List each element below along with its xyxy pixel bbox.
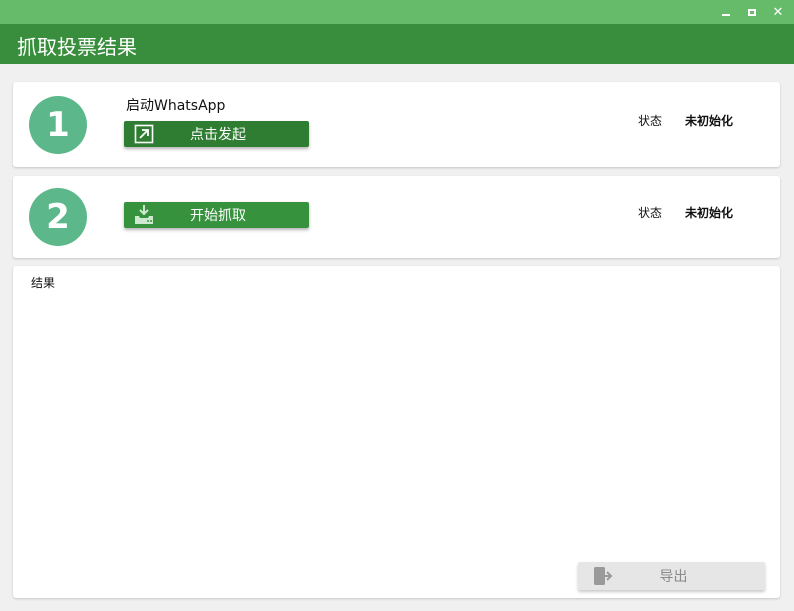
- step-label: 启动WhatsApp: [126, 98, 226, 114]
- window-controls: ✕: [716, 2, 788, 22]
- export-button[interactable]: 导出: [578, 562, 765, 590]
- app-header: 抓取投票结果: [0, 24, 794, 64]
- start-capture-button[interactable]: 开始抓取: [124, 202, 309, 228]
- close-button[interactable]: ✕: [768, 2, 788, 22]
- result-label: 结果: [31, 276, 56, 290]
- step-card-1: 1 启动WhatsApp 点击发起 状态 未初始化: [13, 82, 780, 167]
- status-value: 未初始化: [685, 206, 734, 220]
- page-title: 抓取投票结果: [17, 35, 137, 59]
- result-panel: 结果 导出: [13, 266, 780, 598]
- window-titlebar: ✕: [0, 0, 794, 24]
- external-link-icon: [133, 123, 155, 145]
- status-label: 状态: [638, 206, 663, 220]
- maximize-button[interactable]: [742, 2, 762, 22]
- status-value: 未初始化: [685, 114, 734, 128]
- export-button-label: 导出: [659, 569, 688, 585]
- start-capture-button-label: 开始抓取: [190, 208, 246, 224]
- step-number-badge: 1: [29, 96, 87, 154]
- maximize-icon: [748, 8, 756, 16]
- download-tray-icon: [133, 204, 155, 226]
- launch-button-label: 点击发起: [190, 127, 246, 143]
- step-number-badge: 2: [29, 188, 87, 246]
- minimize-button[interactable]: [716, 2, 736, 22]
- export-icon: [592, 565, 614, 587]
- launch-button[interactable]: 点击发起: [124, 121, 309, 147]
- step-card-2: 2 开始抓取 状态 未初始化: [13, 176, 780, 258]
- status-label: 状态: [638, 114, 663, 128]
- close-icon: ✕: [772, 4, 784, 20]
- minimize-icon: [722, 14, 730, 16]
